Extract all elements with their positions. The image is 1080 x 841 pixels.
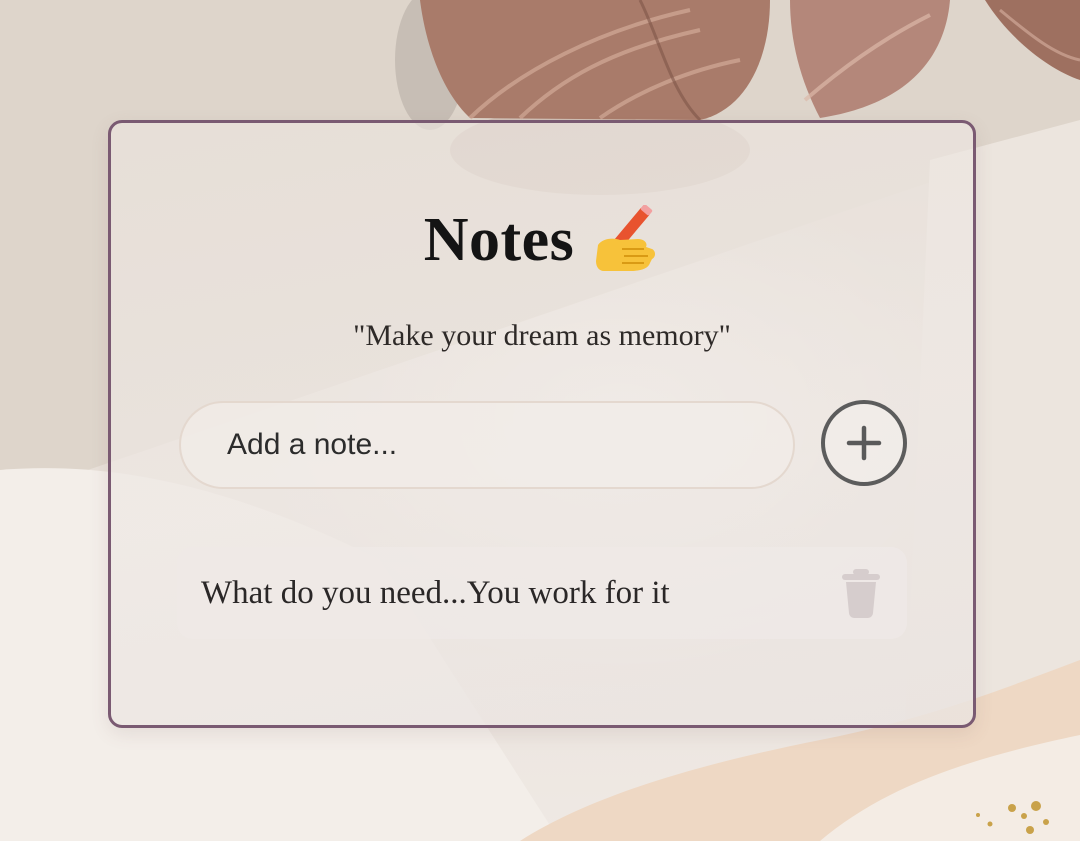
add-note-button[interactable] (821, 400, 907, 486)
note-input[interactable] (179, 401, 795, 489)
delete-note-button[interactable] (839, 567, 883, 619)
list-item: What do you need...You work for it (177, 547, 907, 639)
plus-icon (846, 425, 882, 461)
note-text: What do you need...You work for it (201, 575, 670, 611)
title-row: Notes (111, 204, 973, 275)
notes-list: What do you need...You work for it (177, 547, 907, 639)
page-title: Notes (423, 206, 575, 274)
writing-hand-icon (586, 204, 660, 275)
subtitle-quote: "Make your dream as memory" (353, 319, 731, 352)
trash-icon (842, 569, 880, 618)
notes-card: Notes "Make your dream as memory" What (108, 120, 976, 728)
